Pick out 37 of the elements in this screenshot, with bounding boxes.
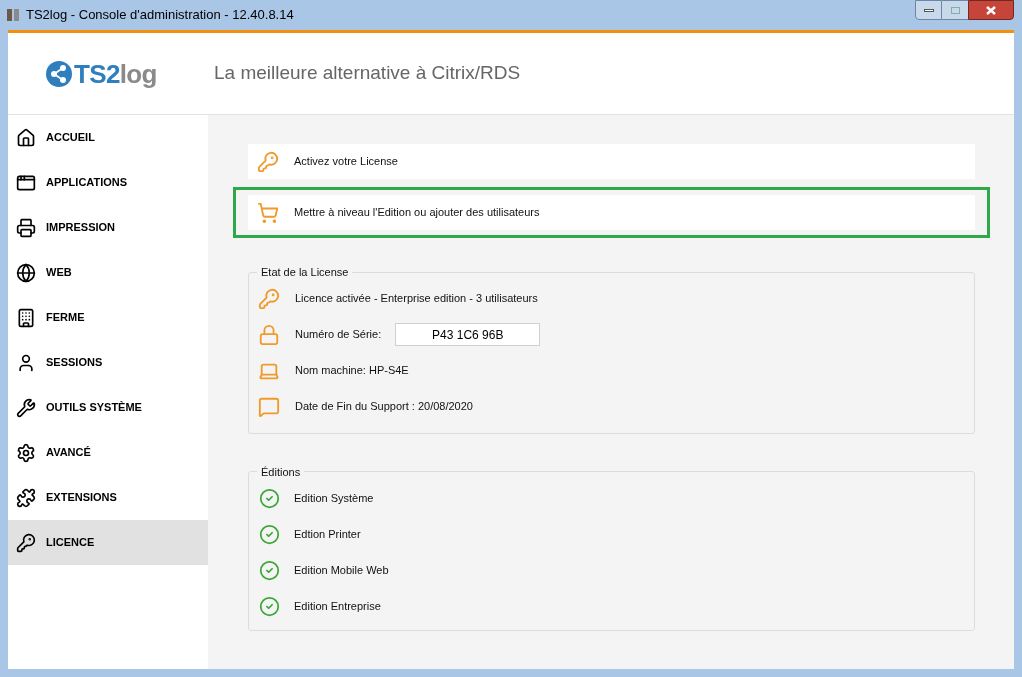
maximize-button[interactable]	[942, 0, 968, 20]
edition-label: Edition Système	[294, 490, 374, 506]
key-icon	[16, 532, 36, 553]
status-text: Nom machine: HP-S4E	[295, 363, 409, 379]
chat-icon	[257, 395, 281, 418]
printer-icon	[16, 217, 36, 238]
share-icon	[46, 60, 72, 87]
close-button[interactable]	[968, 0, 1014, 20]
logo: TS2log	[46, 60, 174, 87]
serial-field[interactable]: P43 1C6 96B	[395, 323, 541, 346]
minimize-button[interactable]	[915, 0, 942, 20]
app-icon	[6, 7, 20, 23]
close-icon	[986, 5, 996, 15]
cart-icon	[256, 201, 280, 224]
building-icon	[16, 307, 36, 328]
sidebar-item[interactable]: LICENCE	[8, 520, 208, 565]
edition-label: Edition Entreprise	[294, 598, 381, 614]
lock-icon	[257, 323, 281, 346]
group-title: Éditions	[260, 464, 302, 480]
user-icon	[16, 352, 36, 373]
wrench-icon	[16, 397, 36, 418]
group-title: Etat de la License	[260, 265, 350, 280]
key-icon	[257, 287, 281, 310]
puzzle-icon	[16, 487, 36, 508]
edition-label: Edition Mobile Web	[294, 562, 389, 578]
window-title: TS2log - Console d'administration - 12.40.8.14	[26, 6, 294, 25]
status-text: Date de Fin du Support : 20/08/2020	[295, 399, 473, 415]
action-button[interactable]: Activez votre License	[248, 144, 975, 179]
status-text: Licence activée - Enterprise edition - 3 utilisateurs	[295, 291, 538, 307]
action-button[interactable]: Mettre à niveau l'Edition ou ajouter des utilisateurs	[248, 195, 975, 230]
home-icon	[16, 127, 36, 148]
globe-icon	[16, 262, 36, 283]
status-text: Numéro de Série:	[295, 327, 382, 343]
key-icon	[256, 150, 280, 173]
edition-label: Edtion Printer	[294, 526, 361, 542]
settings-icon	[16, 442, 36, 463]
tagline: La meilleure alternative à Citrix/RDS	[214, 61, 521, 86]
